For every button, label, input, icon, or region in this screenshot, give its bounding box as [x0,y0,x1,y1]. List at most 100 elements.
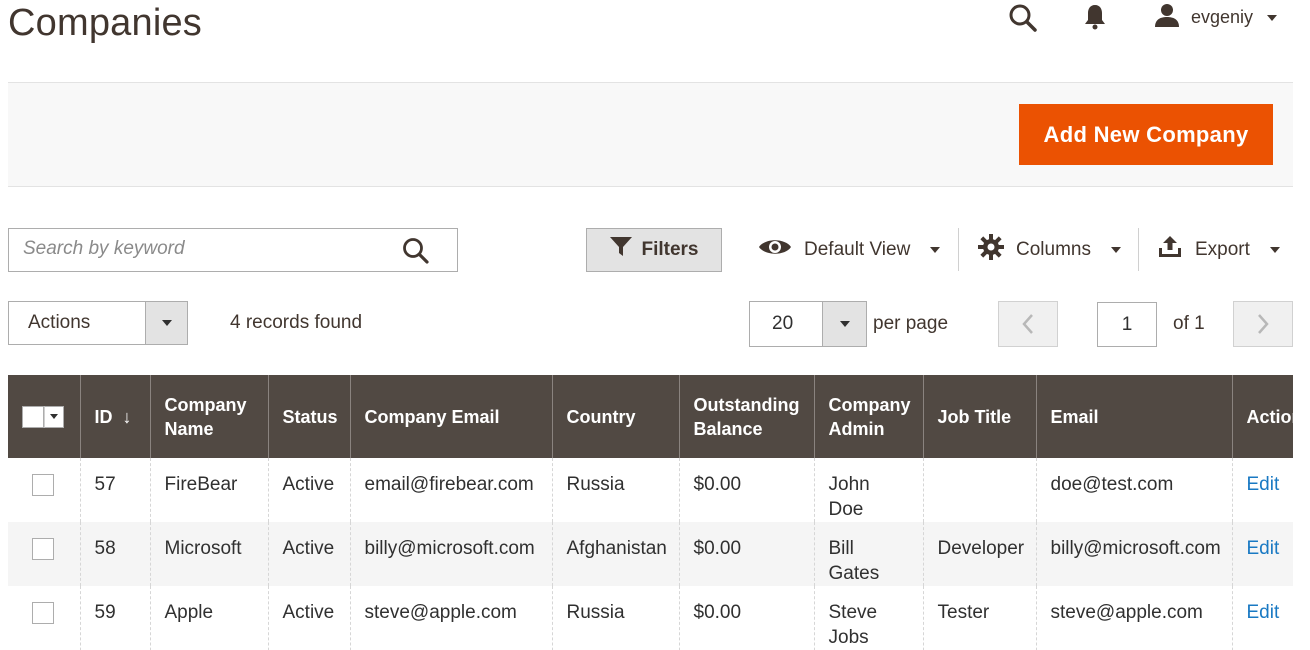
current-page-input[interactable] [1097,302,1157,347]
sort-arrow-down-icon: ↓ [122,406,132,427]
search-icon[interactable] [401,236,431,271]
default-view-label: Default View [804,239,911,260]
actions-label: Actions [28,312,91,333]
chevron-down-icon [1267,14,1278,21]
per-page-value: 20 [772,313,794,334]
select-all-checkbox[interactable] [22,405,44,428]
columns-label: Columns [1016,239,1091,260]
column-header-company-name[interactable]: Company Name [149,375,268,458]
edit-link[interactable]: Edit [1247,602,1280,623]
column-header-action: Action [1231,375,1293,458]
column-header-email[interactable]: Email [1035,375,1232,458]
cell-job-title: Tester [922,586,1036,650]
chevron-down-icon [839,321,850,327]
companies-grid: ID ↓ Company Name Status Company Email Co… [8,375,1293,650]
column-header-status[interactable]: Status [267,375,350,458]
next-page-button[interactable] [1233,301,1293,347]
row-select-cell [8,458,80,522]
default-view-dropdown[interactable]: Default View [758,228,941,272]
divider [958,228,959,271]
chevron-down-icon [50,414,58,419]
cell-company-email: email@firebear.com [349,458,552,522]
column-label: ID [94,406,113,427]
edit-link[interactable]: Edit [1247,538,1280,559]
row-select-cell [8,586,80,650]
gear-icon [978,234,1004,266]
cell-company-name: Microsoft [149,522,268,586]
cell-balance: $0.00 [678,522,814,586]
row-checkbox[interactable] [32,602,54,624]
cell-country: Russia [551,458,679,522]
row-checkbox[interactable] [32,474,54,496]
column-header-id[interactable]: ID ↓ [79,375,150,458]
cell-admin: John Doe [813,458,923,522]
cell-id: 59 [79,586,150,650]
edit-link[interactable]: Edit [1247,474,1280,495]
cell-company-name: FireBear [149,458,268,522]
cell-company-email: steve@apple.com [349,586,552,650]
user-icon [1153,2,1181,33]
cell-job-title [922,458,1036,522]
table-row: 58 Microsoft Active billy@microsoft.com … [8,522,1293,586]
cell-country: Russia [551,586,679,650]
table-row: 59 Apple Active steve@apple.com Russia $… [8,586,1293,650]
export-dropdown[interactable]: Export [1157,228,1280,272]
actions-dropdown-toggle[interactable] [145,302,187,344]
cell-status: Active [267,586,350,650]
row-checkbox[interactable] [32,538,54,560]
cell-admin: Steve Jobs [813,586,923,650]
page-actions-bar: Add New Company [8,82,1293,187]
page-title: Companies [8,2,203,44]
user-menu[interactable]: evgeniy [1153,2,1278,33]
cell-action: Edit [1231,586,1293,650]
global-search-icon[interactable] [1007,2,1039,39]
cell-email: doe@test.com [1035,458,1232,522]
cell-job-title: Developer [922,522,1036,586]
column-header-company-admin[interactable]: Company Admin [813,375,923,458]
column-header-outstanding-balance[interactable]: Outstanding Balance [678,375,814,458]
username: evgeniy [1191,7,1254,27]
columns-dropdown[interactable]: Columns [978,228,1121,272]
row-select-cell [8,522,80,586]
per-page-dropdown-toggle[interactable] [822,302,866,346]
cell-id: 58 [79,522,150,586]
filters-button[interactable]: Filters [586,228,722,272]
cell-balance: $0.00 [678,458,814,522]
column-header-job-title[interactable]: Job Title [922,375,1036,458]
chevron-down-icon [930,247,941,253]
export-icon [1157,235,1183,265]
cell-status: Active [267,522,350,586]
mass-select-checkbox[interactable] [22,405,66,428]
export-label: Export [1195,239,1250,260]
previous-page-button[interactable] [998,301,1058,347]
add-new-company-button[interactable]: Add New Company [1019,104,1273,165]
chevron-left-icon [1022,314,1033,334]
cell-action: Edit [1231,522,1293,586]
chevron-right-icon [1258,314,1269,334]
chevron-down-icon [161,320,172,326]
keyword-search [8,228,458,272]
cell-balance: $0.00 [678,586,814,650]
bell-icon[interactable] [1083,2,1107,37]
cell-action: Edit [1231,458,1293,522]
column-header-company-email[interactable]: Company Email [349,375,552,458]
cell-company-name: Apple [149,586,268,650]
total-pages-label: of 1 [1173,313,1205,334]
chevron-down-icon [1269,247,1280,253]
records-count: 4 records found [230,312,363,333]
eye-icon [758,236,792,264]
cell-status: Active [267,458,350,522]
cell-id: 57 [79,458,150,522]
mass-select-header [8,375,80,458]
mass-actions-select[interactable]: Actions [8,301,188,345]
cell-email: billy@microsoft.com [1035,522,1232,586]
grid-header-row: ID ↓ Company Name Status Company Email Co… [8,375,1293,458]
cell-email: steve@apple.com [1035,586,1232,650]
per-page-select[interactable]: 20 [749,301,867,347]
cell-admin: Bill Gates [813,522,923,586]
cell-country: Afghanistan [551,522,679,586]
search-input[interactable] [9,229,389,269]
filters-label: Filters [641,239,699,260]
mass-select-dropdown[interactable] [44,405,64,428]
column-header-country[interactable]: Country [551,375,679,458]
